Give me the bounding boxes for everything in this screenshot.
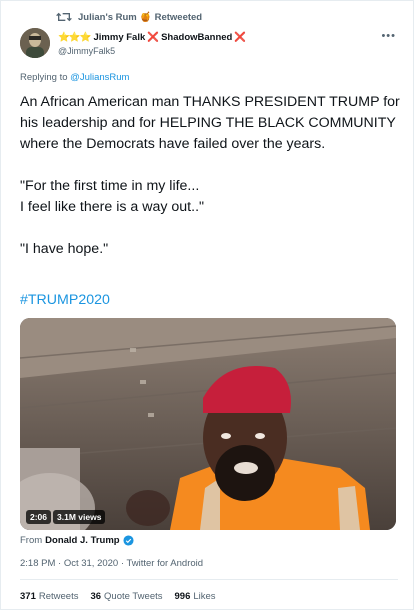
retweets-label: Retweets — [38, 591, 79, 602]
source-name[interactable]: Donald J. Trump — [45, 535, 119, 546]
quote-tweets-count: 36 — [90, 591, 102, 602]
retweets-stat[interactable]: 371 Retweets — [20, 591, 78, 602]
video-views: 3.1M views — [53, 510, 106, 524]
author-display-name[interactable]: Jimmy Falk — [94, 32, 146, 43]
video-thumbnail — [20, 318, 396, 530]
video-player[interactable]: 2:06 3.1M views — [20, 318, 396, 530]
retweet-context[interactable]: Julian's Rum 🍯 Retweeted — [56, 11, 202, 23]
replying-prefix: Replying to — [20, 72, 68, 83]
engagement-stats: 371 Retweets 36 Quote Tweets 996 Likes — [20, 591, 216, 602]
shadowbanned-label: ShadowBanned — [161, 32, 233, 43]
likes-count: 996 — [174, 591, 191, 602]
quote-tweets-stat[interactable]: 36 Quote Tweets — [90, 591, 162, 602]
retweeter-emoji: 🍯 — [139, 11, 152, 23]
hashtag-link[interactable]: #TRUMP2020 — [20, 292, 110, 308]
likes-stat[interactable]: 996 Likes — [175, 591, 216, 602]
quote-tweets-label: Quote Tweets — [104, 591, 163, 602]
tweet-timestamp[interactable]: 2:18 PM · Oct 31, 2020 · Twitter for And… — [20, 558, 203, 569]
red-x-icon: ❌ — [234, 32, 247, 43]
red-x-icon: ❌ — [147, 32, 160, 43]
star-icons: ⭐⭐⭐ — [58, 32, 91, 43]
tweet-paragraph-3: "I have hope." — [20, 241, 109, 257]
tweet-text: An African American man THANKS PRESIDENT… — [20, 92, 400, 281]
divider — [20, 579, 398, 580]
from-prefix: From — [20, 535, 43, 546]
tweet-paragraph-1: An African American man THANKS PRESIDENT… — [20, 94, 400, 152]
avatar-image — [20, 28, 50, 58]
retweet-icon — [56, 12, 72, 22]
video-stats-badge: 2:06 3.1M views — [26, 510, 106, 524]
avatar[interactable] — [20, 28, 50, 58]
replying-target-link[interactable]: @JuliansRum — [70, 72, 129, 83]
retweeted-label: Retweeted — [154, 11, 203, 23]
author-handle[interactable]: @JimmyFalk5 — [58, 46, 115, 56]
likes-label: Likes — [193, 591, 216, 602]
retweeter-name[interactable]: Julian's Rum — [78, 12, 137, 23]
verified-badge-icon — [123, 535, 134, 546]
video-duration: 2:06 — [26, 510, 52, 524]
replying-to: Replying to @JuliansRum — [20, 72, 129, 83]
quote-line-1: "For the first time in my life... — [20, 178, 200, 194]
author-name[interactable]: ⭐⭐⭐ Jimmy Falk ❌ ShadowBanned ❌ — [58, 32, 248, 43]
more-options-icon[interactable]: ••• — [381, 30, 396, 42]
retweets-count: 371 — [20, 591, 36, 602]
quote-line-2: I feel like there is a way out.." — [20, 199, 205, 215]
tweet-paragraph-2: "For the first time in my life... I feel… — [20, 176, 400, 218]
video-source[interactable]: From Donald J. Trump — [20, 535, 134, 546]
